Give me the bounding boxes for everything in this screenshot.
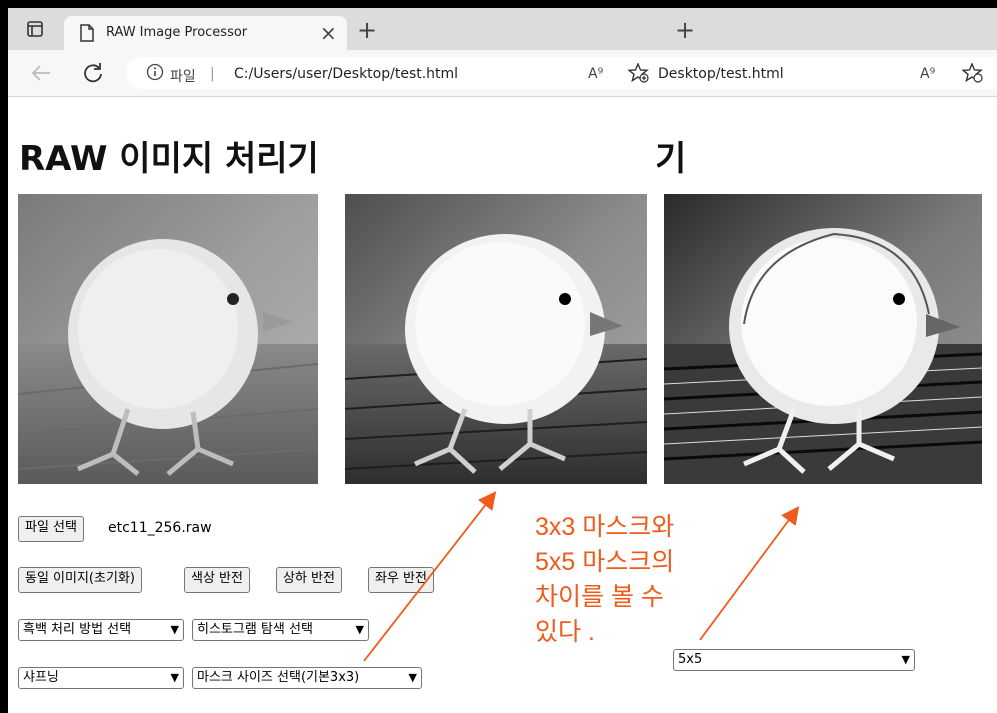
filter-select-value: 샤프닝 [23,670,59,685]
browser-window-right: + Desktop/test.html A⁹ 기 5x5 ▼ [657,8,997,713]
new-tab-icon[interactable]: + [675,18,695,42]
mask-size-select-value: 마스크 사이즈 선택(기본3x3) [197,670,360,685]
file-name: etc11_256.raw [108,520,212,536]
annotation-line: 3x3 마스크와 [535,513,675,541]
annotation-line: 5x5 마스크의 [535,548,675,576]
page-title: RAW 이미지 처리기 [19,139,319,179]
histogram-select[interactable]: 히스토그램 탐색 선택 ▼ [192,619,369,641]
back-icon[interactable] [30,63,52,88]
read-aloud-icon[interactable]: A⁹ [588,66,603,82]
toolbar: 파일 | C:/Users/user/Desktop/test.html A⁹ [8,50,663,97]
chevron-down-icon: ▼ [355,623,364,636]
tab-title: RAW Image Processor [106,25,248,40]
chevron-down-icon: ▼ [170,671,179,684]
tab-strip: + [657,8,997,50]
annotation-text: 3x3 마스크와 5x5 마스크의 차이를 볼 수 있다 . [535,510,674,650]
info-icon [146,63,164,86]
flip-horizontal-button[interactable]: 좌우 반전 [368,567,434,593]
file-select-button[interactable]: 파일 선택 [18,516,84,542]
original-image [18,194,318,484]
page-content: 기 5x5 ▼ [657,97,997,713]
chevron-down-icon: ▼ [901,653,910,666]
tab-raw-image-processor[interactable]: RAW Image Processor × [64,16,347,50]
toolbar: Desktop/test.html A⁹ [657,50,997,97]
mask-size-select-b[interactable]: 5x5 ▼ [673,649,915,671]
tab-actions-icon[interactable] [26,20,44,43]
chevron-down-icon: ▼ [408,671,417,684]
mask-size-select-b-value: 5x5 [678,652,703,667]
divider: | [210,66,215,82]
mask-size-select[interactable]: 마스크 사이즈 선택(기본3x3) ▼ [192,667,422,689]
chevron-down-icon: ▼ [170,623,179,636]
add-favorite-icon[interactable] [961,62,984,88]
add-favorite-icon[interactable] [627,62,650,88]
histogram-select-value: 히스토그램 탐색 선택 [197,622,313,637]
processed-image-5x5 [664,194,982,484]
refresh-icon[interactable] [82,62,104,89]
tab-strip: RAW Image Processor × + [8,8,663,50]
grayscale-select[interactable]: 흑백 처리 방법 선택 ▼ [18,619,184,641]
address-bar[interactable]: 파일 | C:/Users/user/Desktop/test.html A⁹ [126,57,663,89]
annotation-line: 있다 . [535,618,595,646]
processed-image-3x3 [345,194,647,484]
reset-button[interactable]: 동일 이미지(초기화) [18,567,142,593]
address-bar[interactable]: Desktop/test.html A⁹ [657,57,997,89]
url-text: C:/Users/user/Desktop/test.html [234,66,459,82]
close-tab-icon[interactable]: × [320,23,337,43]
new-tab-icon[interactable]: + [357,18,377,42]
read-aloud-icon[interactable]: A⁹ [920,66,935,82]
page-title-tail: 기 [657,139,687,179]
filter-select[interactable]: 샤프닝 ▼ [18,667,184,689]
flip-vertical-button[interactable]: 상하 반전 [276,567,342,593]
page-icon [80,24,94,47]
url-text: Desktop/test.html [658,66,784,82]
grayscale-select-value: 흑백 처리 방법 선택 [23,622,132,637]
scheme-label: 파일 [170,69,196,85]
invert-color-button[interactable]: 색상 반전 [184,567,250,593]
annotation-line: 차이를 볼 수 [535,583,664,611]
